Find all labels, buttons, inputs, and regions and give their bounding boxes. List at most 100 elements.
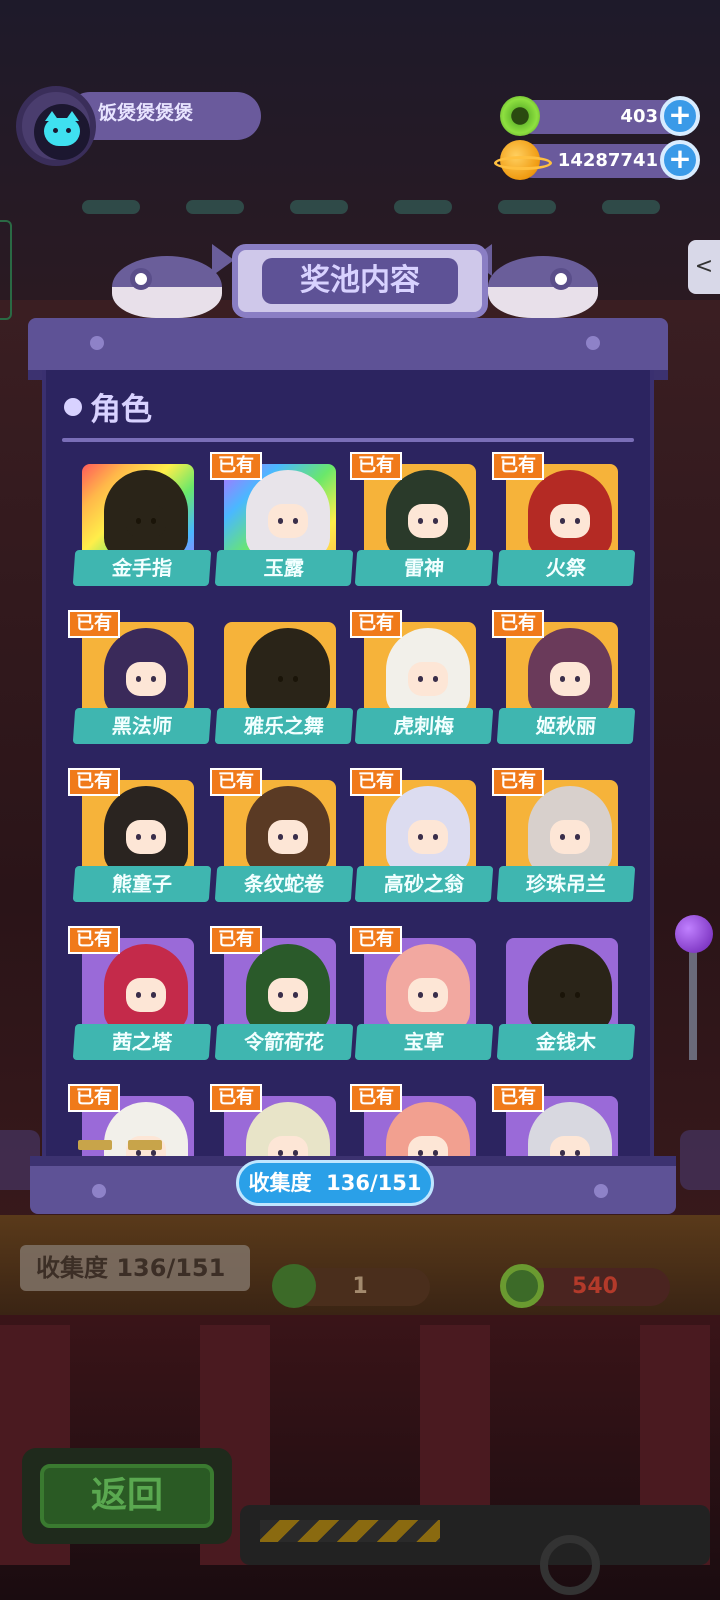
eye (560, 518, 565, 524)
character-face (408, 504, 448, 538)
eye (136, 676, 141, 682)
share-icon[interactable]: < (688, 240, 720, 294)
character-card[interactable]: 姬秋丽 已有 (492, 610, 636, 752)
character-card[interactable]: 虎刺梅 已有 (350, 610, 494, 752)
character-face (408, 820, 448, 854)
eye (560, 676, 565, 682)
character-name: 雅乐之舞 (214, 708, 354, 744)
owned-badge: 已有 (350, 926, 402, 954)
bg-light-strip (0, 200, 720, 214)
bg-hazard-stripe (260, 1520, 440, 1542)
eye (151, 518, 156, 524)
character-name: 茜之塔 (72, 1024, 212, 1060)
character-card[interactable]: 条纹蛇卷 已有 (210, 768, 354, 910)
prize-pool-panel[interactable]: 角色 金手指 玉露 已有 雷神 已有 火祭 已有 黑法师 已有 雅乐之舞 虎刺梅 已有 姬秋丽 已有 熊童子… (42, 370, 654, 1160)
gold-planet-coin-icon (494, 140, 552, 180)
owned-badge: 已有 (210, 1084, 262, 1112)
eye (293, 518, 298, 524)
collection-label: 收集度 (248, 1171, 312, 1195)
add-gold-coin-button[interactable]: + (660, 140, 700, 180)
eye (151, 834, 156, 840)
character-face (408, 662, 448, 696)
character-card[interactable]: 金钱木 (496, 938, 636, 1068)
character-card[interactable]: 雷神 已有 (350, 452, 494, 594)
character-name: 宝草 (354, 1024, 494, 1060)
character-card[interactable]: 茜之塔 已有 (68, 926, 212, 1068)
character-card[interactable]: 珍珠吊兰 已有 (492, 768, 636, 910)
character-portrait (386, 470, 470, 558)
character-card[interactable]: 已有 (350, 1084, 476, 1160)
fish-decoration-left-icon (112, 244, 234, 320)
owned-badge: 已有 (210, 768, 262, 796)
back-button-label: 返回 (40, 1464, 214, 1528)
eye (278, 834, 283, 840)
character-portrait (528, 786, 612, 874)
character-portrait (104, 786, 188, 874)
eye (278, 518, 283, 524)
avatar-frame[interactable] (16, 86, 96, 166)
character-portrait (246, 786, 330, 874)
character-card[interactable]: 已有 (210, 1084, 336, 1160)
owned-badge: 已有 (350, 1084, 402, 1112)
character-portrait (386, 944, 470, 1032)
character-card[interactable]: 已有 (68, 1084, 194, 1160)
character-name: 熊童子 (72, 866, 212, 902)
character-face (126, 662, 166, 696)
eye (575, 992, 580, 998)
character-portrait (104, 470, 188, 558)
character-name: 雷神 (354, 550, 494, 586)
character-card[interactable]: 黑法师 已有 (68, 610, 212, 752)
character-card[interactable]: 宝草 已有 (350, 926, 494, 1068)
character-portrait (528, 628, 612, 716)
character-card[interactable]: 高砂之翁 已有 (350, 768, 494, 910)
bullet-icon (64, 398, 82, 416)
eye (418, 518, 423, 524)
character-name: 火祭 (496, 550, 636, 586)
character-face (268, 662, 308, 696)
character-portrait (246, 470, 330, 558)
eye (136, 834, 141, 840)
scroll-indicator (128, 1140, 162, 1150)
character-card[interactable]: 玉露 已有 (210, 452, 354, 594)
green-coin-count: 403 (620, 106, 658, 127)
cat-avatar-icon (44, 111, 80, 146)
character-portrait (528, 470, 612, 558)
fish-decoration-right-icon (470, 244, 600, 320)
owned-badge: 已有 (210, 452, 262, 480)
character-portrait (246, 628, 330, 716)
back-button[interactable]: 返回 (22, 1448, 232, 1544)
owned-badge: 已有 (492, 1084, 544, 1112)
owned-badge: 已有 (350, 452, 402, 480)
avatar (34, 104, 90, 160)
character-name: 虎刺梅 (354, 708, 494, 744)
character-card[interactable]: 令箭荷花 已有 (210, 926, 354, 1068)
character-portrait (246, 944, 330, 1032)
character-card[interactable]: 熊童子 已有 (68, 768, 212, 910)
modal-title: 奖池内容 (262, 258, 458, 304)
bg-collection-label: 收集度 136/151 (20, 1245, 250, 1291)
character-portrait (104, 628, 188, 716)
section-title: 角色 (90, 392, 152, 428)
bg-right-arrow-icon (680, 1130, 720, 1190)
eye (278, 992, 283, 998)
character-face (126, 978, 166, 1012)
character-face (268, 820, 308, 854)
character-name: 姬秋丽 (496, 708, 636, 744)
add-green-coin-button[interactable]: + (660, 96, 700, 136)
character-card[interactable]: 火祭 已有 (492, 452, 636, 594)
character-face (126, 504, 166, 538)
character-card[interactable]: 雅乐之舞 (214, 622, 354, 752)
character-portrait (386, 786, 470, 874)
eye (136, 992, 141, 998)
character-card[interactable]: 金手指 (72, 464, 212, 594)
eye (136, 518, 141, 524)
eye (560, 834, 565, 840)
character-card[interactable]: 已有 (492, 1084, 618, 1160)
section-divider (62, 438, 634, 442)
eye (151, 992, 156, 998)
owned-badge: 已有 (68, 768, 120, 796)
character-face (408, 978, 448, 1012)
owned-badge: 已有 (68, 1084, 120, 1112)
character-face (268, 504, 308, 538)
eye (418, 834, 423, 840)
